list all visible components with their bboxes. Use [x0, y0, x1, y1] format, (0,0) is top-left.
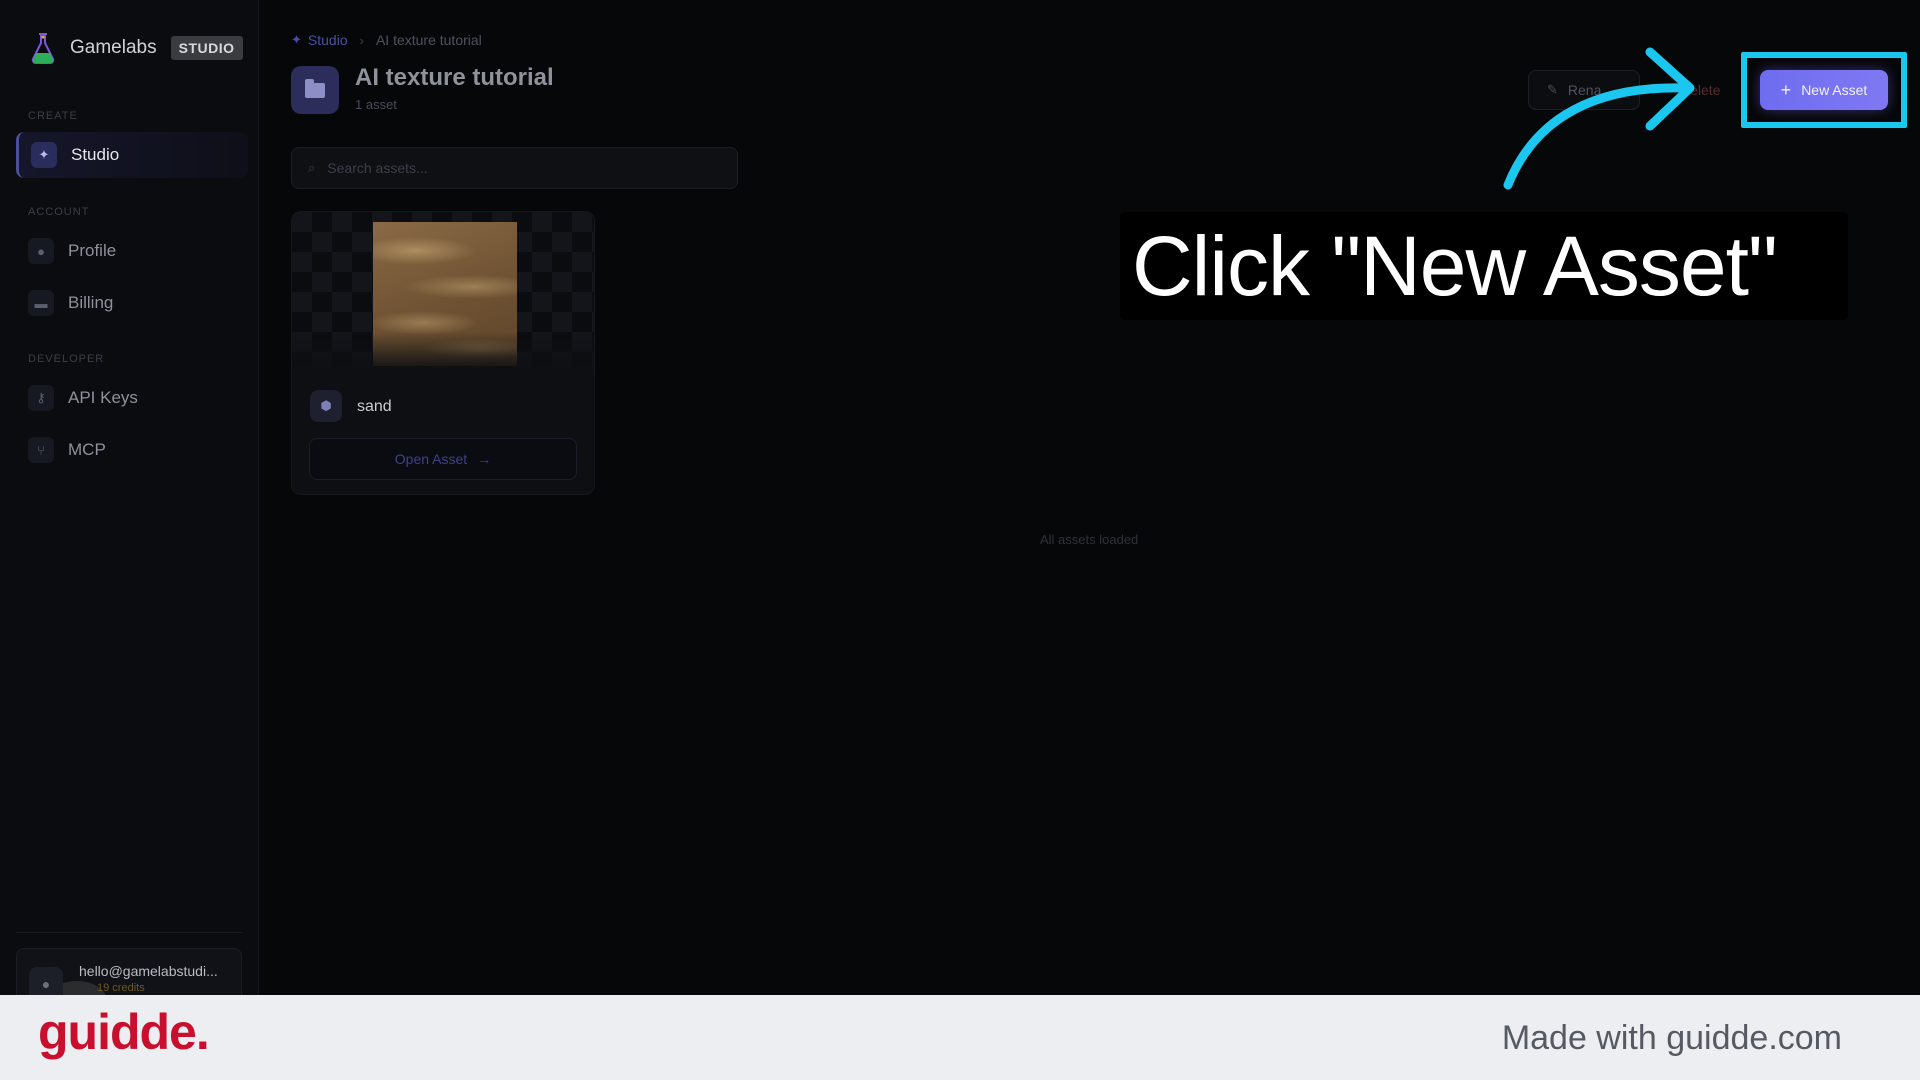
studio-app: Gamelabs STUDIO CREATE ✦ Studio ACCOUNT …: [0, 0, 1920, 995]
avatar: ●: [29, 967, 63, 995]
breadcrumb: ✦ Studio › AI texture tutorial: [291, 32, 482, 48]
highlight-box: [1741, 52, 1907, 128]
user-icon: ●: [28, 238, 54, 264]
user-credits: 19 credits: [97, 982, 145, 994]
breadcrumb-studio-link[interactable]: ✦ Studio: [291, 32, 348, 48]
credit-card-icon: ▬: [28, 290, 54, 316]
open-asset-button[interactable]: Open Asset →: [309, 438, 577, 480]
sidebar-item-mcp[interactable]: ⑂ MCP: [16, 427, 248, 473]
asset-name: sand: [357, 398, 392, 415]
section-label-developer: DEVELOPER: [28, 353, 105, 365]
guidde-logo[interactable]: guidde.: [38, 1003, 210, 1061]
search-icon: ⌕: [308, 160, 316, 175]
open-asset-label: Open Asset: [394, 451, 468, 467]
brand-name: Gamelabs: [70, 37, 157, 58]
user-email: hello@gamelabstudi...: [79, 963, 218, 979]
sidebar-item-label: MCP: [68, 440, 106, 459]
sidebar-item-profile[interactable]: ● Profile: [16, 228, 248, 274]
magic-wand-icon: ✦: [291, 32, 302, 47]
annotation-callout: Click "New Asset": [1120, 212, 1848, 320]
studio-badge: STUDIO: [170, 36, 243, 60]
sidebar-item-billing[interactable]: ▬ Billing: [16, 280, 248, 326]
loaded-status: All assets loaded: [1040, 532, 1139, 547]
sidebar-item-label: API Keys: [68, 388, 138, 407]
sidebar-item-label: Profile: [68, 241, 117, 260]
breadcrumb-current: AI texture tutorial: [375, 32, 482, 48]
breadcrumb-root-label: Studio: [307, 32, 348, 48]
section-label-create: CREATE: [28, 110, 78, 122]
footer: guidde. Made with guidde.com: [0, 995, 1920, 1080]
brand[interactable]: Gamelabs STUDIO: [28, 30, 243, 66]
key-icon: ⚷: [28, 385, 54, 411]
search-input[interactable]: [327, 160, 708, 176]
asset-count: 1 asset: [355, 97, 397, 112]
asset-card[interactable]: ⬢ sand Open Asset →: [291, 211, 595, 495]
made-with-text[interactable]: Made with guidde.com: [1502, 1019, 1842, 1058]
annotation-arrow-icon: [1503, 47, 1695, 190]
sidebar-item-label: Billing: [68, 293, 114, 312]
asset-thumbnail: [292, 212, 594, 372]
sidebar-item-studio[interactable]: ✦ Studio: [16, 132, 248, 178]
magic-wand-icon: ✦: [31, 142, 57, 168]
sidebar-divider: [16, 932, 242, 933]
sidebar-item-label: Studio: [71, 145, 120, 164]
flask-logo-icon: [31, 33, 55, 64]
sidebar-item-api-keys[interactable]: ⚷ API Keys: [16, 375, 248, 421]
sidebar: Gamelabs STUDIO CREATE ✦ Studio ACCOUNT …: [0, 0, 259, 995]
cube-icon: ⬢: [310, 390, 342, 422]
chevron-right-icon: ›: [359, 32, 364, 48]
page-title: AI texture tutorial: [355, 64, 554, 91]
arrow-right-icon: →: [477, 451, 492, 467]
git-branch-icon: ⑂: [28, 437, 54, 463]
search-bar[interactable]: ⌕: [291, 147, 738, 189]
section-label-account: ACCOUNT: [28, 206, 90, 218]
folder-icon: [291, 66, 339, 114]
user-card[interactable]: ● hello@gamelabstudi... 19 credits: [16, 948, 242, 995]
